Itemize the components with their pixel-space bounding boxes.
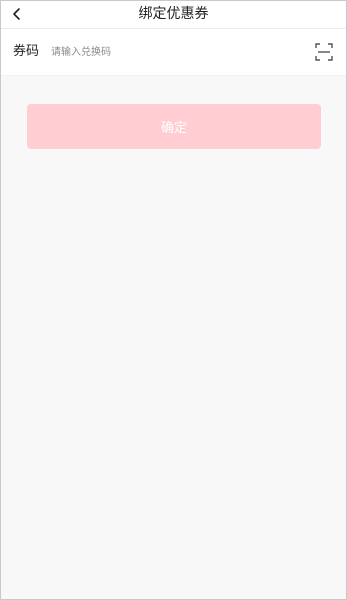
navigation-bar: 绑定优惠券: [1, 1, 346, 29]
coupon-code-input[interactable]: [51, 42, 291, 62]
scan-button[interactable]: [315, 43, 333, 61]
confirm-button[interactable]: 确定: [27, 104, 321, 149]
coupon-code-row: 券码: [1, 29, 346, 76]
scan-icon: [315, 43, 333, 61]
page-title: 绑定优惠券: [138, 6, 209, 22]
coupon-code-label: 券码: [13, 44, 40, 59]
app-screen: 绑定优惠券 券码 确定: [0, 0, 347, 600]
